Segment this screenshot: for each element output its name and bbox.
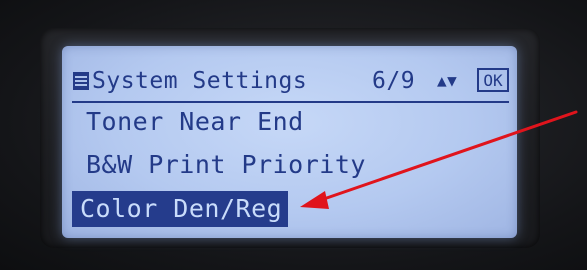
menu-item-color-den-reg-selected[interactable]: Color Den/Reg xyxy=(72,191,289,227)
page-indicator: 6/9 xyxy=(372,68,416,94)
screen-header: System Settings 6/9 ▲▼ OK xyxy=(62,62,517,100)
menu-list-icon xyxy=(73,72,89,90)
ok-button[interactable]: OK xyxy=(477,68,509,92)
screen-title: System Settings xyxy=(92,68,308,94)
menu-item-bw-print-priority[interactable]: B&W Print Priority xyxy=(86,146,366,184)
scroll-up-down-icon[interactable]: ▲▼ xyxy=(437,62,457,100)
lcd-screen: System Settings 6/9 ▲▼ OK Toner Near End… xyxy=(62,46,517,238)
menu-item-toner-near-end[interactable]: Toner Near End xyxy=(86,103,304,141)
device-photo: System Settings 6/9 ▲▼ OK Toner Near End… xyxy=(0,0,587,270)
